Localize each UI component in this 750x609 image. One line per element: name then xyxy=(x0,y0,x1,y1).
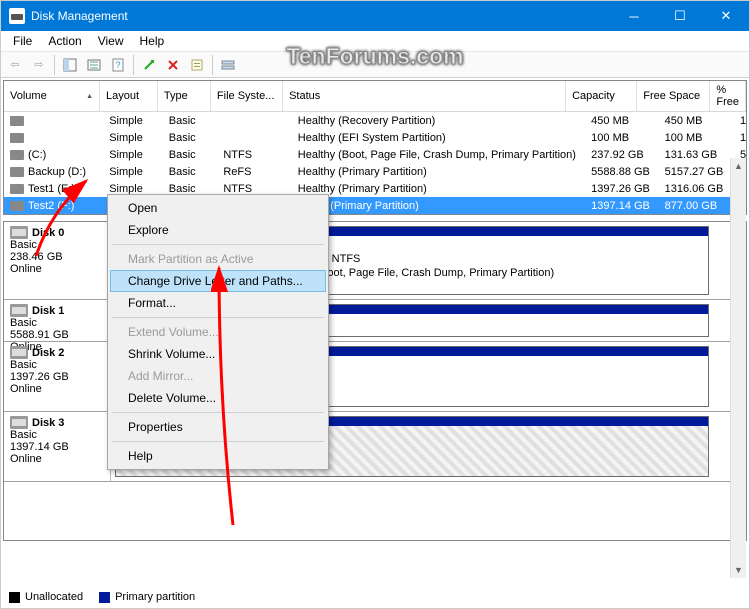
col-status[interactable]: Status xyxy=(283,81,566,111)
ctx-mirror: Add Mirror... xyxy=(110,365,326,387)
col-filesys[interactable]: File Syste... xyxy=(211,81,283,111)
prop-icon[interactable] xyxy=(186,54,208,76)
back-icon: ⇦ xyxy=(4,54,26,76)
volume-icon xyxy=(10,116,24,126)
legend-primary: Primary partition xyxy=(115,591,195,603)
col-layout[interactable]: Layout xyxy=(100,81,158,111)
ctx-help[interactable]: Help xyxy=(110,445,326,467)
menu-file[interactable]: File xyxy=(5,32,40,50)
ctx-format[interactable]: Format... xyxy=(110,292,326,314)
ctx-delete[interactable]: Delete Volume... xyxy=(110,387,326,409)
disk-icon xyxy=(10,226,28,239)
layout-icon[interactable] xyxy=(217,54,239,76)
menu-help[interactable]: Help xyxy=(132,32,173,50)
col-type[interactable]: Type xyxy=(158,81,211,111)
ctx-extend: Extend Volume... xyxy=(110,321,326,343)
scan-icon[interactable] xyxy=(138,54,160,76)
fwd-icon: ⇨ xyxy=(28,54,50,76)
legend-unallocated: Unallocated xyxy=(25,591,83,603)
refresh-icon[interactable] xyxy=(83,54,105,76)
svg-text:?: ? xyxy=(115,60,120,70)
close-button[interactable]: ✕ xyxy=(703,1,749,31)
toolbar: ⇦ ⇨ ? xyxy=(1,52,749,78)
window-title: Disk Management xyxy=(31,9,611,23)
ctx-change-drive-letter[interactable]: Change Drive Letter and Paths... xyxy=(110,270,326,292)
menu-action[interactable]: Action xyxy=(40,32,89,50)
menubar: File Action View Help xyxy=(1,31,749,52)
volume-row[interactable]: SimpleBasicHealthy (EFI System Partition… xyxy=(4,129,746,146)
volume-icon xyxy=(10,150,24,160)
volume-row[interactable]: Backup (D:)SimpleBasicReFSHealthy (Prima… xyxy=(4,163,746,180)
volume-icon xyxy=(10,133,24,143)
disk-icon xyxy=(10,346,28,359)
delete-icon[interactable] xyxy=(162,54,184,76)
scroll-up-icon[interactable]: ▲ xyxy=(731,158,746,174)
scrollbar[interactable]: ▲ ▼ xyxy=(730,158,746,578)
maximize-button[interactable]: ☐ xyxy=(657,1,703,31)
titlebar[interactable]: Disk Management ─ ☐ ✕ xyxy=(1,1,749,31)
scroll-down-icon[interactable]: ▼ xyxy=(731,562,746,578)
col-free[interactable]: Free Space xyxy=(637,81,710,111)
col-capacity[interactable]: Capacity xyxy=(566,81,637,111)
app-icon xyxy=(9,8,25,24)
menu-view[interactable]: View xyxy=(90,32,132,50)
volume-icon xyxy=(10,167,24,177)
ctx-mark-active: Mark Partition as Active xyxy=(110,248,326,270)
partition[interactable]: (C:)237.92 GB NTFSHealthy (Boot, Page Fi… xyxy=(269,226,709,295)
context-menu[interactable]: Open Explore Mark Partition as Active Ch… xyxy=(107,194,329,470)
disk-icon xyxy=(10,416,28,429)
help-icon[interactable]: ? xyxy=(107,54,129,76)
volume-row[interactable]: SimpleBasicHealthy (Recovery Partition)4… xyxy=(4,112,746,129)
col-volume[interactable]: Volume▲ xyxy=(4,81,100,111)
col-pctfree[interactable]: % Free xyxy=(710,81,746,111)
ctx-properties[interactable]: Properties xyxy=(110,416,326,438)
disk-icon xyxy=(10,304,28,317)
volume-icon xyxy=(10,201,24,211)
minimize-button[interactable]: ─ xyxy=(611,1,657,31)
legend: Unallocated Primary partition xyxy=(9,591,195,603)
ctx-explore[interactable]: Explore xyxy=(110,219,326,241)
ctx-open[interactable]: Open xyxy=(110,197,326,219)
volume-icon xyxy=(10,184,24,194)
panel-icon[interactable] xyxy=(59,54,81,76)
volume-row[interactable]: (C:)SimpleBasicNTFSHealthy (Boot, Page F… xyxy=(4,146,746,163)
ctx-shrink[interactable]: Shrink Volume... xyxy=(110,343,326,365)
